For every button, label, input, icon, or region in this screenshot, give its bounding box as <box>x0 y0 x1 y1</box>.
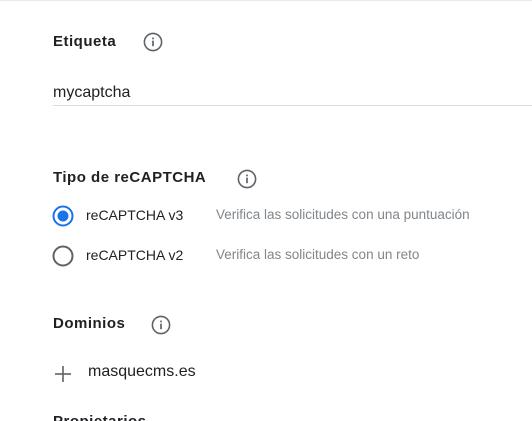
recaptcha-type-section-title: Tipo de reCAPTCHA <box>53 169 207 186</box>
radio-selected-icon[interactable] <box>52 205 74 227</box>
label-input[interactable] <box>53 80 532 106</box>
radio-option-recaptcha-v3[interactable]: reCAPTCHA v3 Verifica las solicitudes co… <box>52 205 522 227</box>
domain-text: masquecms.es <box>88 363 196 380</box>
info-icon[interactable] <box>237 169 257 189</box>
radio-description: Verifica las solicitudes con un reto <box>216 247 420 262</box>
radio-label: reCAPTCHA v3 <box>86 207 184 223</box>
radio-option-recaptcha-v2[interactable]: reCAPTCHA v2 Verifica las solicitudes co… <box>52 245 522 267</box>
radio-unselected-icon[interactable] <box>52 245 74 267</box>
radio-description: Verifica las solicitudes con una puntuac… <box>216 207 470 222</box>
owners-section-title: Propietarios <box>53 413 147 421</box>
label-section-title: Etiqueta <box>53 33 117 50</box>
radio-label: reCAPTCHA v2 <box>86 247 184 263</box>
info-icon[interactable] <box>143 32 163 52</box>
domains-section-title: Dominios <box>53 315 126 332</box>
plus-icon[interactable] <box>53 364 73 384</box>
recaptcha-settings-form: Etiqueta Tipo de reCAPTCHA reCAPTCHA v3 … <box>0 0 532 421</box>
info-icon[interactable] <box>151 315 171 335</box>
top-divider <box>0 0 532 1</box>
domain-item: masquecms.es <box>53 362 353 386</box>
